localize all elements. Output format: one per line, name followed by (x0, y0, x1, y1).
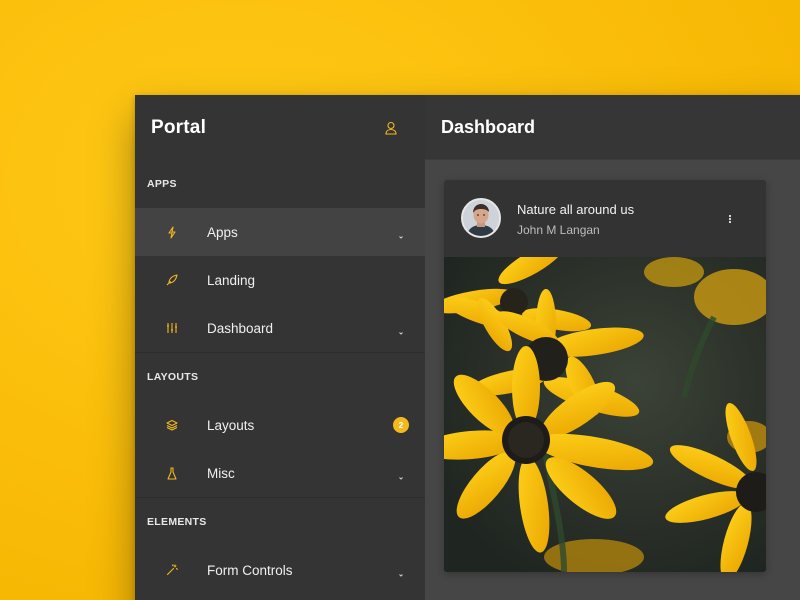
sidebar-item-apps[interactable]: Apps (135, 208, 425, 256)
flask-icon (165, 466, 179, 480)
brand-title: Portal (151, 116, 207, 138)
sidebar-item-label: Dashboard (207, 320, 274, 336)
card-title: Nature all around us (517, 202, 635, 217)
section-elements: ELEMENTS (147, 516, 207, 528)
lightning-icon (165, 225, 179, 239)
layers-icon (165, 418, 179, 432)
chevron-down-icon (397, 228, 405, 239)
card-header: Nature all around us John M Langan (444, 180, 766, 257)
sidebar-item-label: Apps (207, 224, 238, 240)
count-badge: 2 (393, 417, 409, 433)
sidebar-item-layouts[interactable]: Layouts 2 (135, 401, 425, 449)
rocket-icon (165, 273, 179, 287)
sidebar-item-label: Form Controls (207, 562, 293, 578)
chevron-down-icon (397, 469, 405, 480)
card-image (444, 241, 766, 572)
top-bar: Dashboard (425, 95, 800, 160)
section-layouts: LAYOUTS (147, 371, 199, 383)
card-author: John M Langan (517, 223, 600, 237)
magic-wand-icon (165, 563, 179, 577)
app-window: Portal APPS Apps Landing Dashboard LAYOU… (135, 95, 800, 600)
sidebar-item-label: Layouts (207, 417, 255, 433)
avatar[interactable] (461, 198, 501, 238)
page-title: Dashboard (441, 116, 536, 137)
sidebar-item-label: Landing (207, 272, 256, 288)
chevron-down-icon (397, 566, 405, 577)
sidebar-item-misc[interactable]: Misc (135, 449, 425, 497)
chevron-down-icon (397, 324, 405, 335)
sidebar-header: Portal (135, 95, 425, 160)
sidebar-item-dashboard[interactable]: Dashboard (135, 304, 425, 352)
sidebar-item-landing[interactable]: Landing (135, 256, 425, 304)
user-icon[interactable] (385, 121, 397, 135)
more-vertical-icon[interactable] (728, 212, 732, 224)
sidebar-item-form-controls[interactable]: Form Controls (135, 546, 425, 594)
sidebar-item-label: Misc (207, 465, 235, 481)
sliders-icon (165, 321, 179, 335)
post-card[interactable]: Nature all around us John M Langan (444, 180, 766, 572)
section-apps: APPS (147, 178, 177, 190)
sidebar: Portal APPS Apps Landing Dashboard LAYOU… (135, 95, 425, 600)
